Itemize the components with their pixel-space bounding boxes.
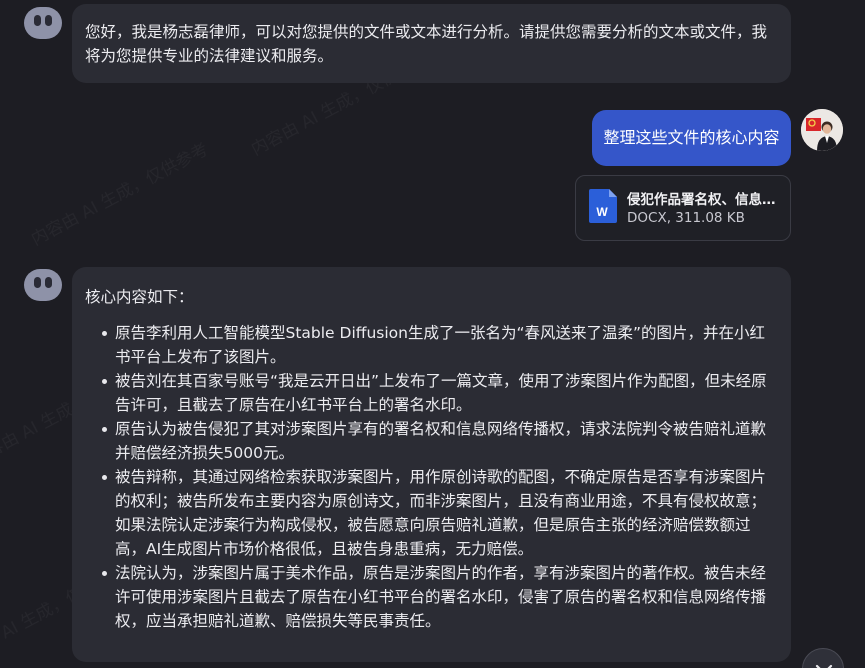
bullet-icon xyxy=(102,379,107,384)
file-meta: DOCX, 311.08 KB xyxy=(627,210,745,226)
chevron-down-icon xyxy=(815,664,833,668)
list-item: 法院认为，涉案图片属于美术作品，原告是涉案图片的作者，享有涉案图片的著作权。被告… xyxy=(102,561,780,633)
svg-text:W: W xyxy=(596,205,608,219)
answer-points-list: 原告李利用人工智能模型Stable Diffusion生成了一张名为“春风送来了… xyxy=(102,321,780,633)
greeting-text: 您好，我是杨志磊律师，可以对您提供的文件或文本进行分析。请提供您需要分析的文本或… xyxy=(85,23,768,65)
user-portrait-icon xyxy=(801,109,843,151)
ai-watermark: 内容由 AI 生成，仅供参考 xyxy=(26,135,212,250)
list-item: 原告认为被告侵犯了其对涉案图片享有的署名权和信息网络传播权，请求法院判令被告赔礼… xyxy=(102,417,780,465)
scroll-down-button[interactable] xyxy=(802,648,844,668)
list-item: 原告李利用人工智能模型Stable Diffusion生成了一张名为“春风送来了… xyxy=(102,321,780,369)
bullet-icon xyxy=(102,571,107,576)
file-attachment-card[interactable]: W 侵犯作品署名权、信息… DOCX, 311.08 KB xyxy=(575,175,791,241)
answer-intro: 核心内容如下： xyxy=(85,288,194,306)
assistant-avatar xyxy=(24,269,62,301)
assistant-avatar xyxy=(24,7,62,39)
chat-page: 内容由 AI 生成，仅供参考 内容由 AI 生成，仅供参考 内容由 AI 生成，… xyxy=(0,0,865,668)
assistant-message: 您好，我是杨志磊律师，可以对您提供的文件或文本进行分析。请提供您需要分析的文本或… xyxy=(72,4,791,83)
word-document-icon: W xyxy=(589,189,617,223)
list-item: 被告辩称，其通过网络检索获取涉案图片，用作原创诗歌的配图，不确定原告是否享有涉案… xyxy=(102,465,780,561)
user-avatar[interactable] xyxy=(801,109,843,151)
list-item: 被告刘在其百家号账号“我是云开日出”上发布了一篇文章，使用了涉案图片作为配图，但… xyxy=(102,369,780,417)
user-message: 整理这些文件的核心内容 xyxy=(592,110,791,166)
bullet-icon xyxy=(102,331,107,336)
bullet-icon xyxy=(102,475,107,480)
bullet-icon xyxy=(102,427,107,432)
file-name: 侵犯作品署名权、信息… xyxy=(627,192,776,208)
user-message-text: 整理这些文件的核心内容 xyxy=(603,128,780,147)
assistant-answer-message: 核心内容如下： 原告李利用人工智能模型Stable Diffusion生成了一张… xyxy=(72,267,791,662)
